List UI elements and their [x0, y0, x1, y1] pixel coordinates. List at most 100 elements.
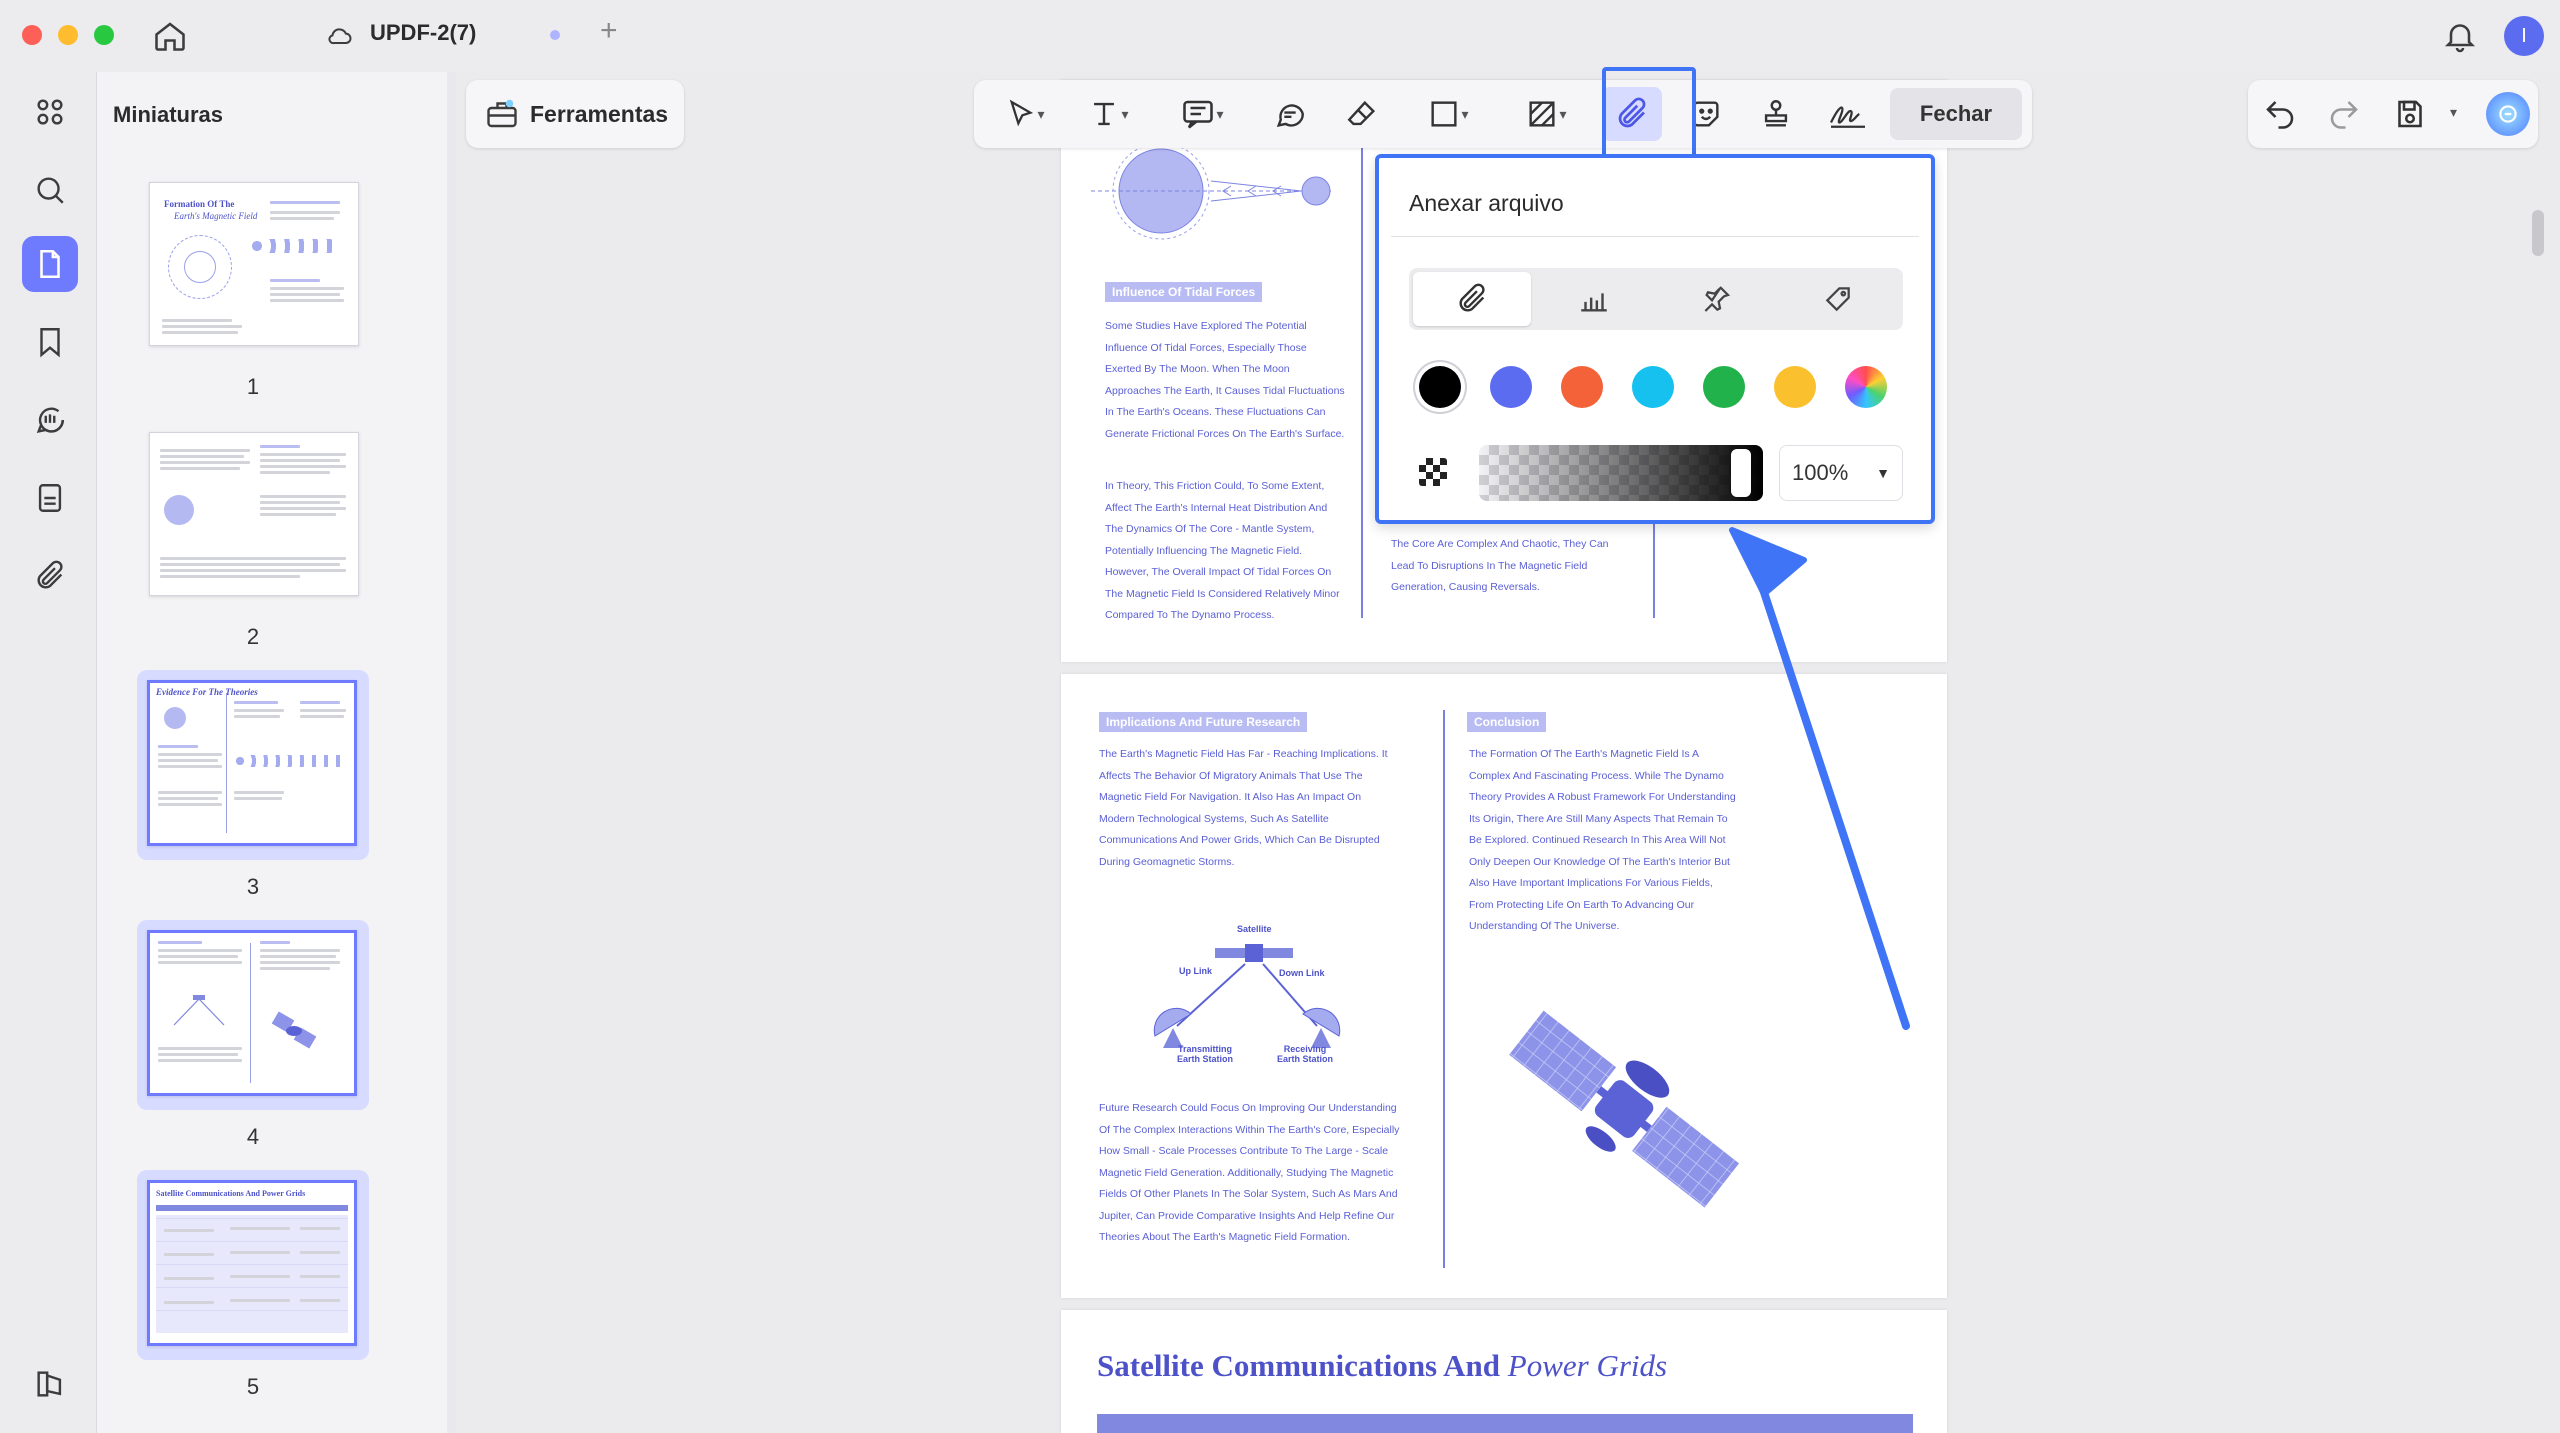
- thumbnails-grid-icon[interactable]: [22, 84, 78, 140]
- comment-tool[interactable]: [1264, 88, 1316, 140]
- opacity-slider[interactable]: [1479, 445, 1763, 501]
- diagram-label: Satellite: [1237, 924, 1272, 934]
- comment-toolbar: ▾ ▾ ▾ ▾ ▾ Fechar: [974, 80, 2032, 148]
- select-tool[interactable]: ▾: [990, 88, 1060, 140]
- section-title: Conclusion: [1467, 712, 1547, 732]
- tools-button[interactable]: Ferramentas: [466, 80, 684, 148]
- document-page-c: Satellite Communications And Power Grids: [1061, 1310, 1947, 1433]
- cloud-icon: [326, 22, 354, 50]
- diagram-label: Up Link: [1179, 966, 1212, 976]
- zoom-window-button[interactable]: [94, 25, 114, 45]
- column-divider: [1653, 520, 1655, 618]
- paragraph: Some Studies Have Explored The Potential…: [1105, 320, 1345, 440]
- unsaved-dot: [550, 30, 560, 40]
- close-toolbar-button[interactable]: Fechar: [1890, 88, 2022, 140]
- chevron-down-icon: ▼: [1876, 465, 1890, 481]
- thumbnail-number: 4: [246, 1124, 260, 1149]
- bell-icon[interactable]: [2442, 18, 2478, 54]
- column-divider: [1443, 710, 1445, 1268]
- thumbnail-page-5[interactable]: Satellite Communications And Power Grids: [137, 1170, 369, 1360]
- right-toolbar: ▾: [2248, 80, 2538, 148]
- home-icon[interactable]: [152, 18, 188, 54]
- satellite-illustration: [1509, 1010, 1740, 1208]
- paragraph: The Core Are Complex And Chaotic, They C…: [1391, 538, 1609, 593]
- text-callout-tool[interactable]: ▾: [1164, 88, 1240, 140]
- thumbnail-number: 1: [246, 374, 260, 399]
- icon-style-selector: [1409, 268, 1903, 330]
- opacity-value: 100%: [1792, 460, 1849, 485]
- thumbnail-page-1[interactable]: Formation Of The Earth's Magnetic Field: [137, 170, 369, 360]
- satellite-link-diagram: Satellite Up Link Down Link Transmitting…: [1127, 906, 1367, 1066]
- color-swatch-custom[interactable]: [1845, 366, 1887, 408]
- avatar[interactable]: I: [2504, 16, 2544, 56]
- thumbnail-heading: Formation Of The: [164, 199, 235, 209]
- annotation-arrow: [1729, 527, 1910, 1030]
- color-swatch-yellow[interactable]: [1774, 366, 1816, 408]
- ai-assistant-icon[interactable]: [2486, 92, 2530, 136]
- pages-icon[interactable]: [22, 236, 78, 292]
- color-swatch-black[interactable]: [1419, 366, 1461, 408]
- panel-title: Miniaturas: [113, 102, 224, 127]
- thumbnail-number: 5: [246, 1374, 260, 1399]
- diagram-label: Down Link: [1279, 968, 1325, 978]
- color-swatch-green[interactable]: [1703, 366, 1745, 408]
- layers-icon[interactable]: [22, 1356, 78, 1412]
- color-swatch-blue[interactable]: [1490, 366, 1532, 408]
- new-tab-button[interactable]: +: [600, 14, 618, 48]
- area-tool[interactable]: ▾: [1508, 88, 1584, 140]
- page-heading: Satellite Communications And Power Grids: [1097, 1348, 1668, 1383]
- thumbnails-panel: Miniaturas Formation Of The Earth's Magn…: [97, 72, 537, 1433]
- document-scrollbar[interactable]: [2532, 210, 2544, 256]
- tools-label: Ferramentas: [530, 100, 669, 127]
- document-tab-title[interactable]: UPDF-2(7): [370, 20, 476, 46]
- thumbnail-page-3[interactable]: Evidence For The Theories: [137, 670, 369, 860]
- section-title: Influence Of Tidal Forces: [1105, 282, 1263, 302]
- close-window-button[interactable]: [22, 25, 42, 45]
- signature-tool[interactable]: [1820, 88, 1876, 140]
- shape-tool[interactable]: ▾: [1410, 88, 1486, 140]
- diagram-label: Transmitting Earth Station: [1177, 1044, 1234, 1064]
- paragraph: The Earth's Magnetic Field Has Far - Rea…: [1099, 748, 1388, 868]
- color-swatch-orange[interactable]: [1561, 366, 1603, 408]
- forms-icon[interactable]: [22, 470, 78, 526]
- attachments-icon[interactable]: [22, 548, 78, 604]
- popup-title: Anexar arquivo: [1409, 190, 1564, 216]
- left-rail: [0, 72, 97, 1433]
- pushpin-icon[interactable]: [1657, 272, 1775, 326]
- toolbox-icon: [484, 96, 520, 132]
- eraser-tool[interactable]: [1336, 88, 1388, 140]
- minimize-window-button[interactable]: [58, 25, 78, 45]
- thumbnail-subheading: Earth's Magnetic Field: [174, 211, 258, 221]
- redo-icon[interactable]: [2326, 96, 2362, 132]
- save-icon[interactable]: [2392, 96, 2428, 132]
- undo-icon[interactable]: [2262, 96, 2298, 132]
- thumbnail-heading: Satellite Communications And Power Grids: [156, 1189, 306, 1198]
- comments-icon[interactable]: [22, 392, 78, 448]
- bookmark-icon[interactable]: [22, 314, 78, 370]
- paragraph: The Formation Of The Earth's Magnetic Fi…: [1469, 748, 1736, 932]
- thumbnail-heading: Evidence For The Theories: [156, 687, 258, 697]
- attach-tool-highlight: [1602, 67, 1696, 159]
- thumbnail-number: 3: [246, 874, 260, 899]
- paragraph: Future Research Could Focus On Improving…: [1099, 1102, 1400, 1243]
- stamp-tool[interactable]: [1750, 88, 1802, 140]
- opacity-dropdown[interactable]: 100% ▼: [1779, 445, 1903, 501]
- title-bar: UPDF-2(7) + I: [0, 0, 2560, 72]
- color-swatch-cyan[interactable]: [1632, 366, 1674, 408]
- graph-icon[interactable]: [1535, 272, 1653, 326]
- section-title: Implications And Future Research: [1099, 712, 1308, 732]
- column-divider: [1361, 130, 1363, 618]
- paragraph: In Theory, This Friction Could, To Some …: [1105, 480, 1340, 621]
- thumbnail-page-4[interactable]: [137, 920, 369, 1110]
- text-tool[interactable]: ▾: [1070, 88, 1146, 140]
- divider: [1391, 236, 1919, 237]
- paperclip-icon[interactable]: [1413, 272, 1531, 326]
- tag-icon[interactable]: [1779, 272, 1897, 326]
- thumbnail-page-2[interactable]: [137, 420, 369, 610]
- diagram-label: Receiving Earth Station: [1277, 1044, 1334, 1064]
- search-icon[interactable]: [22, 162, 78, 218]
- opacity-slider-handle[interactable]: [1731, 449, 1751, 497]
- chevron-down-icon[interactable]: ▾: [2450, 104, 2457, 121]
- attach-file-popup: Anexar arquivo 100% ▼: [1375, 154, 1935, 524]
- transparency-icon: [1419, 458, 1447, 486]
